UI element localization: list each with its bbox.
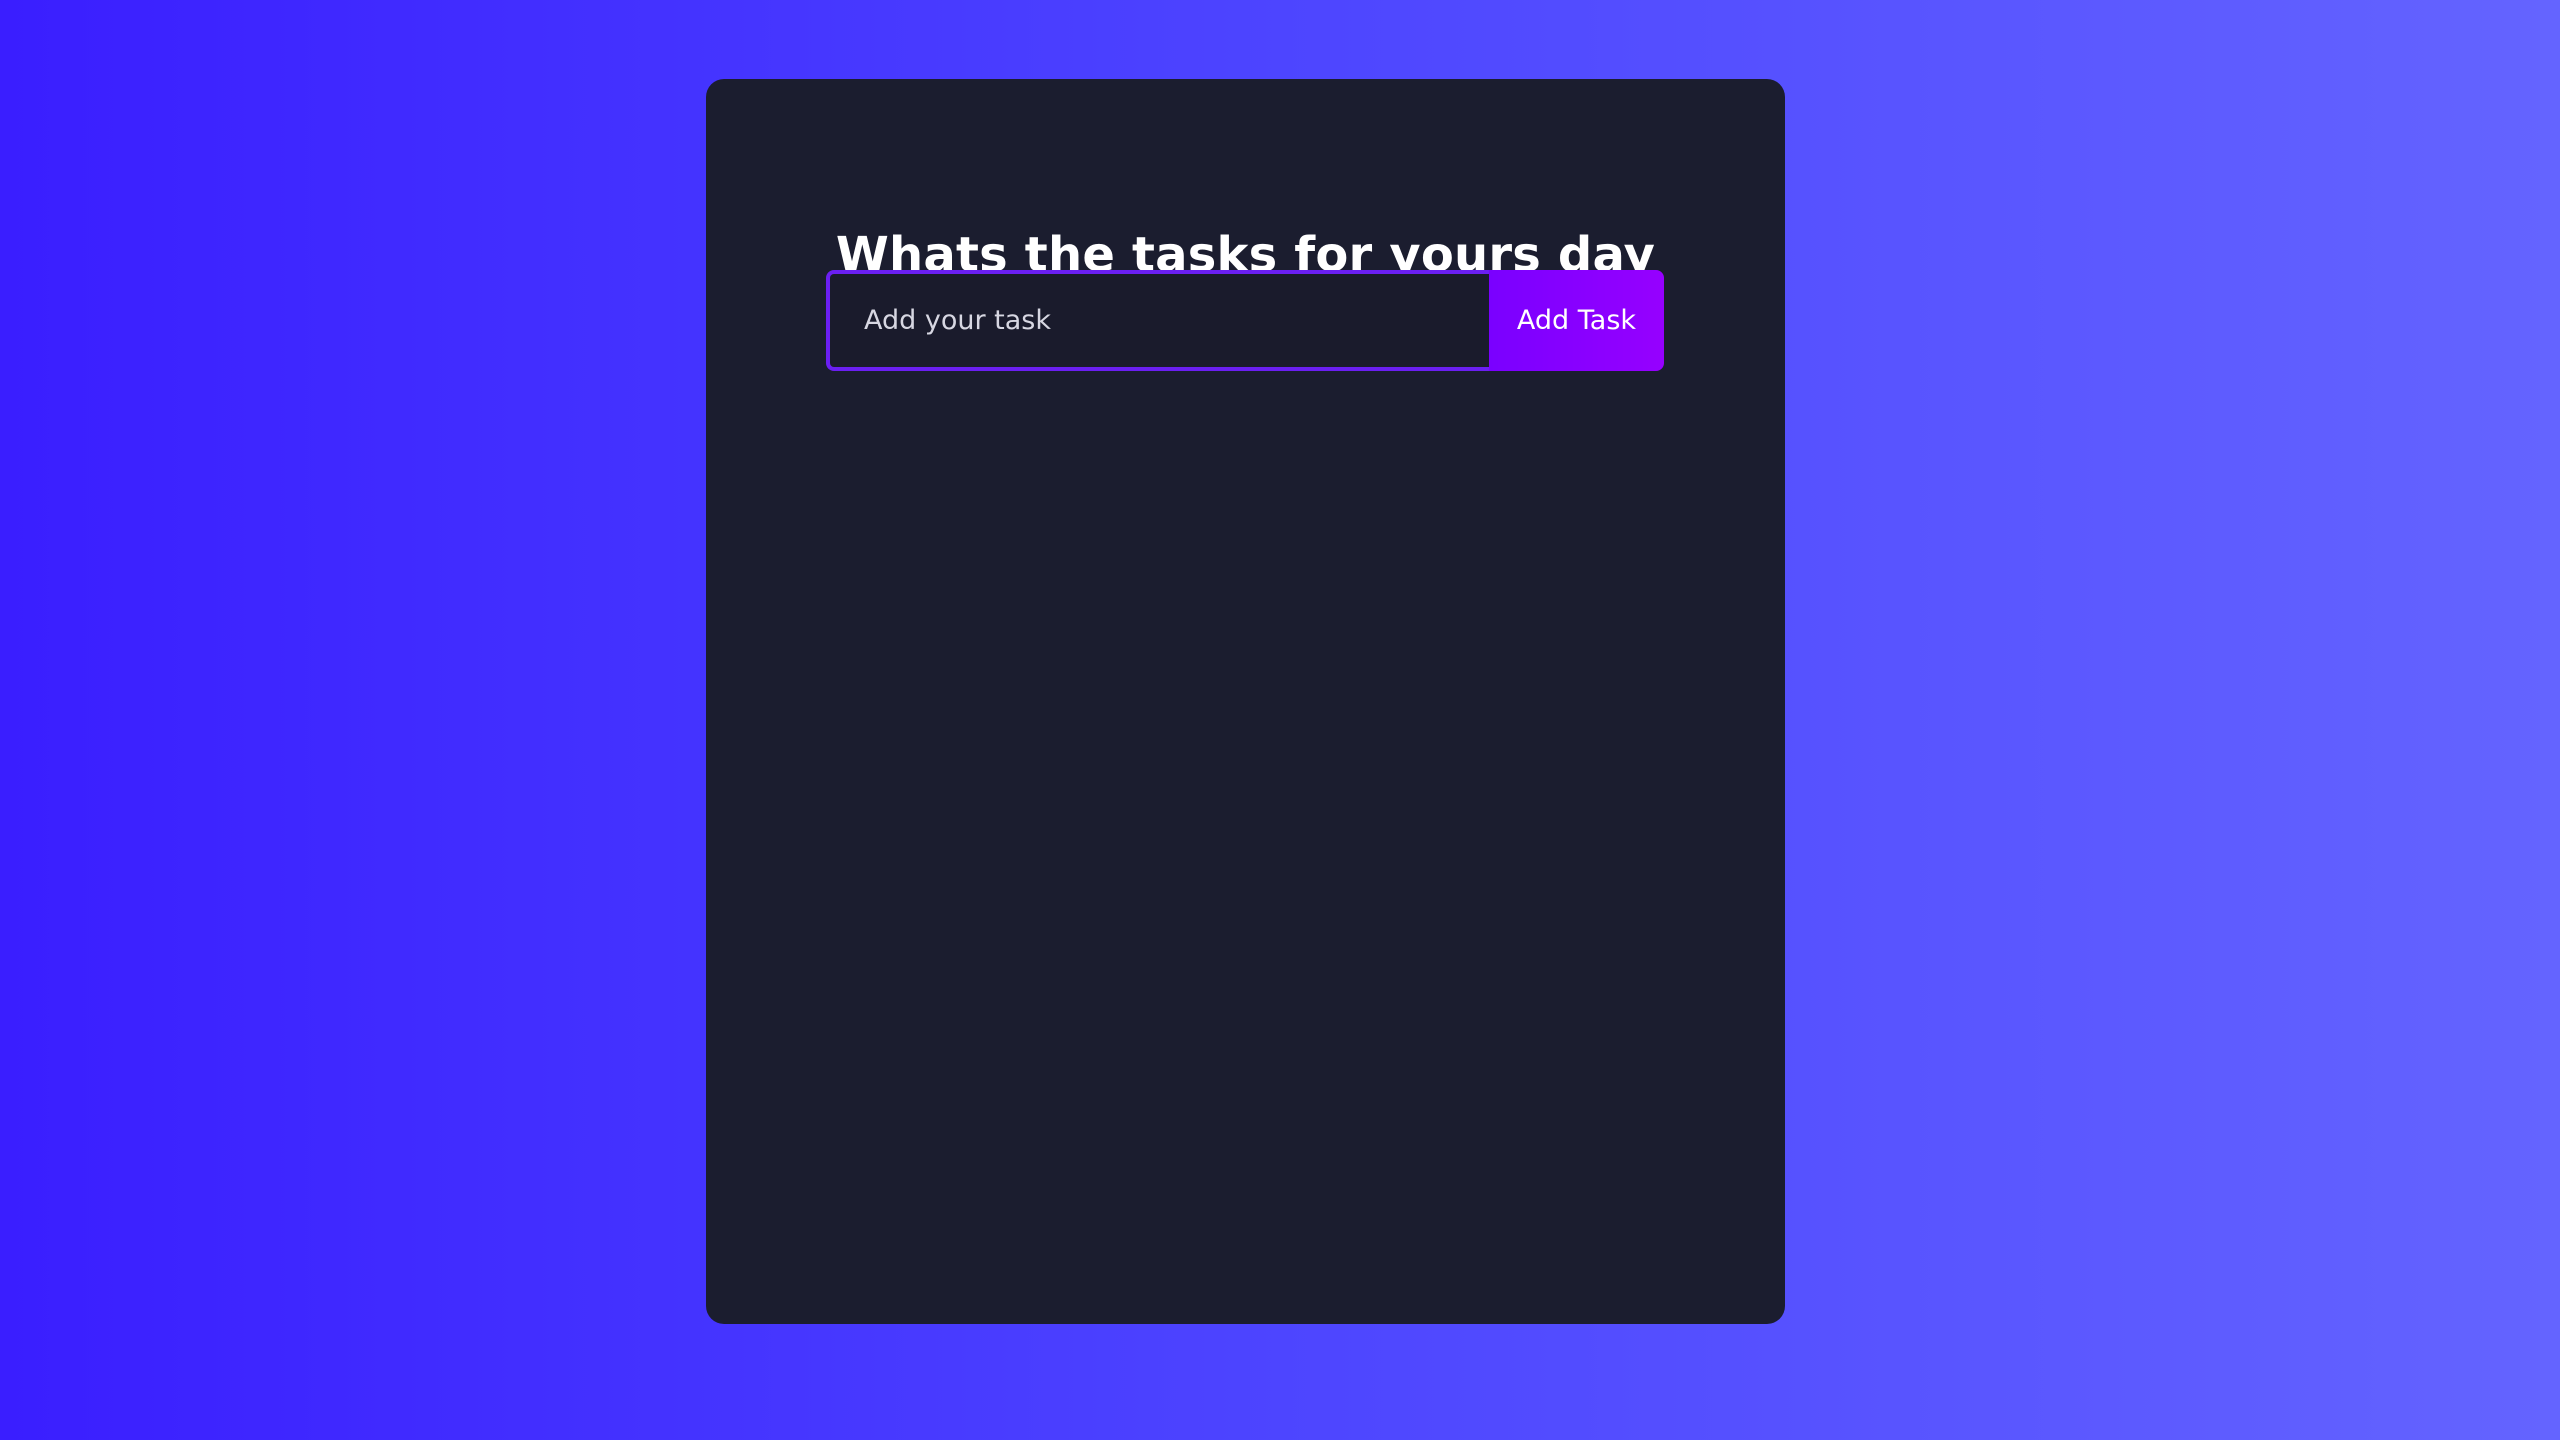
task-input[interactable] <box>826 270 1489 371</box>
todo-card: Whats the tasks for yours day Add Task <box>706 79 1785 1324</box>
add-task-button[interactable]: Add Task <box>1489 270 1664 371</box>
add-task-form: Add Task <box>826 270 1664 371</box>
task-list <box>826 409 1664 1229</box>
